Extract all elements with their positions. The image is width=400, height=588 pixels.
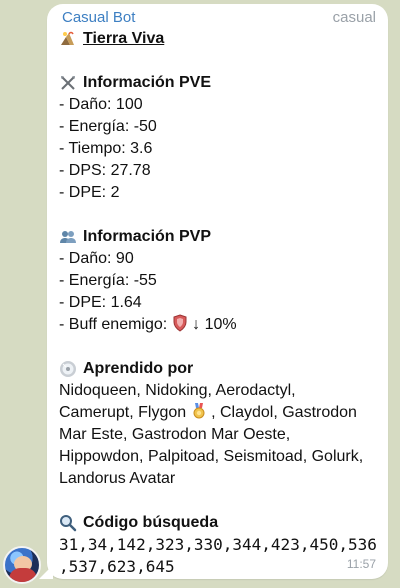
disc-icon [60,361,76,377]
pvp-line-buff: - Buff enemigo: ↓ 10% [59,314,237,333]
sender-name[interactable]: Casual Bot [62,9,135,26]
medal-icon [193,403,205,419]
message-content: Tierra Viva Información PVE - Daño: 100 … [59,25,379,578]
learned-line-1: Nidoqueen, Nidoking, Aerodactyl, [59,382,296,399]
pvp-section-title: Información PVP [59,226,379,248]
learned-line-2: Camerupt, Flygon , Claydol, Gastrodon [59,403,357,421]
message-title: Tierra Viva [83,30,165,47]
pve-line-damage: - Daño: 100 [59,96,143,113]
users-icon [60,231,76,243]
pvp-line-damage: - Daño: 90 [59,250,134,267]
message-bubble: Casual Bot casual Tierra Viva Informació… [39,4,388,579]
sender-tag: casual [332,9,376,26]
pvp-line-dpe: - DPE: 1.64 [59,294,142,311]
pve-line-energy: - Energía: -50 [59,118,157,135]
bot-avatar[interactable] [3,546,41,584]
magnifier-icon [60,515,77,532]
search-section-title: Código búsqueda [59,512,379,534]
learned-line-3: Mar Este, Gastrodon Mar Oeste, [59,426,291,443]
message-title-row: Tierra Viva [59,28,379,50]
pve-section-title: Información PVE [59,72,379,94]
message-time: 11:57 [346,557,376,571]
pvp-line-energy: - Energía: -55 [59,272,157,289]
pve-line-dps: - DPS: 27.78 [59,162,151,179]
pve-line-dpe: - DPE: 2 [59,184,120,201]
search-code: 31,34,142,323,330,344,423,450,536,537,62… [59,535,377,576]
learned-section-title: Aprendido por [59,358,379,380]
learned-line-5: Landorus Avatar [59,470,176,487]
pve-line-time: - Tiempo: 3.6 [59,140,153,157]
crossed-swords-icon [61,76,75,90]
volcano-icon [61,31,74,45]
shield-icon [173,314,187,332]
learned-line-4: Hippowdon, Palpitoad, Seismitoad, Golurk… [59,448,364,465]
